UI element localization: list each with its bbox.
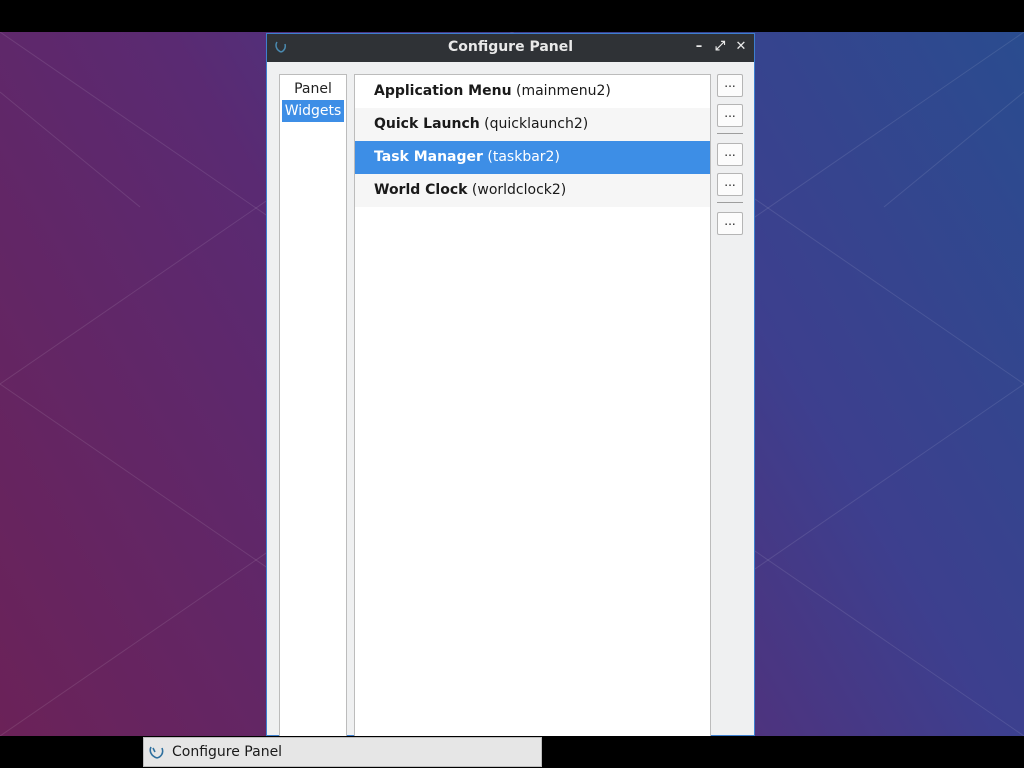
list-item[interactable]: Quick Launch (quicklaunch2) xyxy=(355,108,710,141)
list-item[interactable]: Application Menu (mainmenu2) xyxy=(355,75,710,108)
minimize-icon[interactable]: – xyxy=(691,39,707,55)
move-up-button[interactable]: ... xyxy=(717,143,743,166)
titlebar[interactable]: Configure Panel – ⤢ ✕ xyxy=(267,34,754,62)
widget-name: Quick Launch xyxy=(374,116,480,132)
list-item[interactable]: Task Manager (taskbar2) xyxy=(355,141,710,174)
widget-id: (mainmenu2) xyxy=(516,83,611,99)
configure-panel-window: Configure Panel – ⤢ ✕ Panel Widgets Appl… xyxy=(266,33,755,738)
add-widget-button[interactable]: ... xyxy=(717,74,743,97)
lxqt-config-icon xyxy=(148,743,166,761)
remove-widget-button[interactable]: ... xyxy=(717,104,743,127)
list-item[interactable]: World Clock (worldclock2) xyxy=(355,174,710,207)
widget-list: Application Menu (mainmenu2) Quick Launc… xyxy=(354,74,711,738)
taskbar-item-configure-panel[interactable]: Configure Panel xyxy=(143,737,542,767)
widget-name: World Clock xyxy=(374,182,468,198)
category-panel[interactable]: Panel xyxy=(282,78,344,100)
maximize-icon[interactable]: ⤢ xyxy=(712,39,728,55)
widget-id: (taskbar2) xyxy=(487,149,560,165)
close-icon[interactable]: ✕ xyxy=(733,39,749,55)
top-bar xyxy=(0,0,1024,32)
configure-widget-button[interactable]: ... xyxy=(717,212,743,235)
widget-id: (quicklaunch2) xyxy=(484,116,589,132)
widget-name: Task Manager xyxy=(374,149,483,165)
widget-id: (worldclock2) xyxy=(471,182,567,198)
taskbar-item-label: Configure Panel xyxy=(172,744,283,760)
category-widgets[interactable]: Widgets xyxy=(282,100,344,122)
separator xyxy=(717,133,743,134)
separator xyxy=(717,202,743,203)
widget-name: Application Menu xyxy=(374,83,512,99)
move-down-button[interactable]: ... xyxy=(717,173,743,196)
window-title: Configure Panel xyxy=(447,39,574,55)
category-list: Panel Widgets xyxy=(279,74,347,738)
